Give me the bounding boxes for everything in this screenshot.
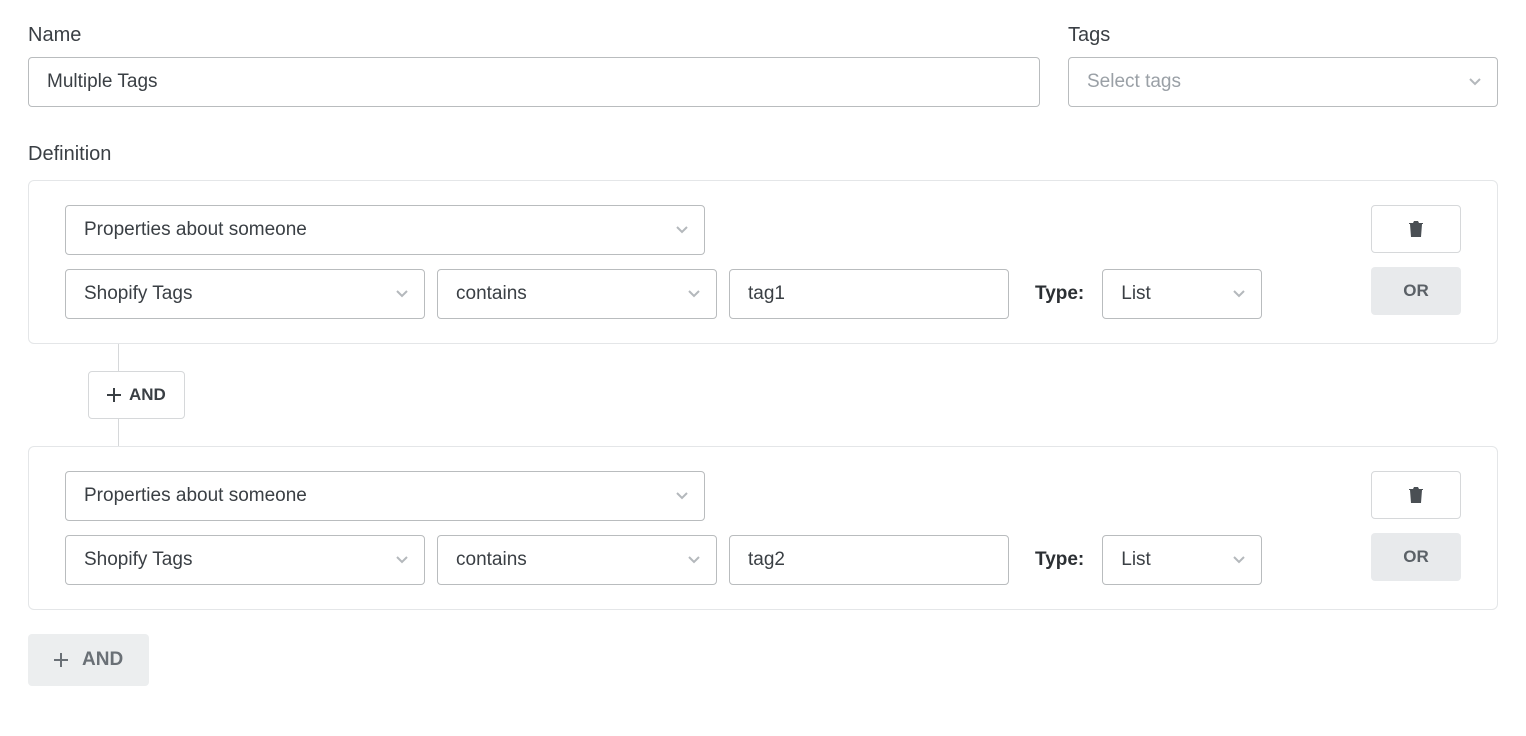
- tags-select-placeholder: Select tags: [1087, 71, 1181, 93]
- operator-select-value: contains: [456, 549, 527, 571]
- category-select[interactable]: Properties about someone: [65, 471, 705, 521]
- definition-label: Definition: [28, 143, 1498, 166]
- name-label: Name: [28, 24, 1040, 47]
- chevron-down-icon: [396, 290, 408, 298]
- value-input[interactable]: [729, 535, 1009, 585]
- name-input[interactable]: [28, 57, 1040, 107]
- delete-rule-button[interactable]: [1371, 471, 1461, 519]
- tags-select[interactable]: Select tags: [1068, 57, 1498, 107]
- type-label: Type:: [1035, 549, 1084, 571]
- chevron-down-icon: [688, 290, 700, 298]
- category-select[interactable]: Properties about someone: [65, 205, 705, 255]
- type-select-value: List: [1121, 549, 1151, 571]
- type-select-value: List: [1121, 283, 1151, 305]
- property-select-value: Shopify Tags: [84, 549, 192, 571]
- type-label: Type:: [1035, 283, 1084, 305]
- value-input[interactable]: [729, 269, 1009, 319]
- operator-select-value: contains: [456, 283, 527, 305]
- property-select[interactable]: Shopify Tags: [65, 535, 425, 585]
- chevron-down-icon: [1233, 290, 1245, 298]
- or-button[interactable]: OR: [1371, 267, 1461, 315]
- chevron-down-icon: [396, 556, 408, 564]
- category-select-value: Properties about someone: [84, 485, 307, 507]
- add-and-button[interactable]: AND: [28, 634, 149, 686]
- chevron-down-icon: [688, 556, 700, 564]
- property-select-value: Shopify Tags: [84, 283, 192, 305]
- tags-label: Tags: [1068, 24, 1498, 47]
- rule-card: Properties about someone Shopify Tags co…: [28, 180, 1498, 344]
- and-connector: AND: [88, 344, 1498, 446]
- chevron-down-icon: [676, 492, 688, 500]
- add-and-label: AND: [82, 649, 123, 671]
- rule-card: Properties about someone Shopify Tags co…: [28, 446, 1498, 610]
- trash-icon: [1408, 220, 1424, 238]
- chevron-down-icon: [1233, 556, 1245, 564]
- operator-select[interactable]: contains: [437, 535, 717, 585]
- type-select[interactable]: List: [1102, 535, 1262, 585]
- chevron-down-icon: [1469, 78, 1481, 86]
- or-button[interactable]: OR: [1371, 533, 1461, 581]
- delete-rule-button[interactable]: [1371, 205, 1461, 253]
- plus-icon: [107, 388, 121, 402]
- category-select-value: Properties about someone: [84, 219, 307, 241]
- and-chip-label: AND: [129, 385, 166, 405]
- operator-select[interactable]: contains: [437, 269, 717, 319]
- type-select[interactable]: List: [1102, 269, 1262, 319]
- and-chip-button[interactable]: AND: [88, 371, 185, 419]
- property-select[interactable]: Shopify Tags: [65, 269, 425, 319]
- chevron-down-icon: [676, 226, 688, 234]
- trash-icon: [1408, 486, 1424, 504]
- plus-icon: [54, 653, 68, 667]
